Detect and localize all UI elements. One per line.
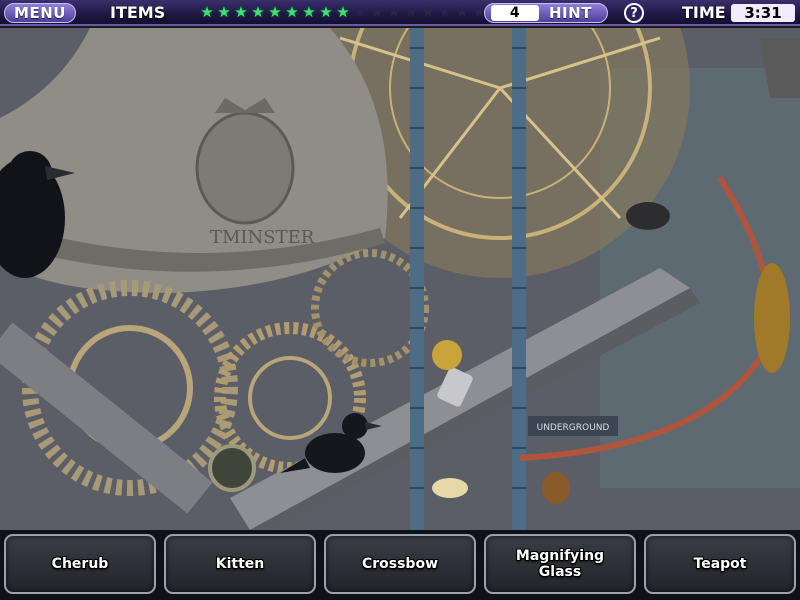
star-icon: ★ — [200, 3, 214, 21]
hint-label: HINT — [549, 4, 592, 22]
item-label: Teapot — [693, 556, 747, 572]
top-bar: MENU ITEMS ★★★★★★★★★★★★★★★★★★ 4 HINT ? T… — [0, 0, 800, 26]
item-label: Crossbow — [361, 556, 439, 572]
time-value: 3:31 — [731, 4, 795, 22]
bell-inscription: TMINSTER — [210, 227, 315, 248]
progress-stars: ★★★★★★★★★★★★★★★★★★ — [199, 4, 504, 20]
time-label: TIME — [682, 3, 726, 22]
menu-button[interactable]: MENU — [4, 3, 76, 23]
bowler-hat — [626, 202, 670, 230]
item-slot-magnifying-glass: Magnifying Glass — [484, 534, 636, 594]
scene-illustration: TMINSTER UNDERGROUND — [0, 28, 800, 530]
star-icon: ★ — [353, 3, 367, 21]
star-icon: ★ — [421, 3, 435, 21]
star-icon: ★ — [268, 3, 282, 21]
hidden-object-scene[interactable]: TMINSTER UNDERGROUND — [0, 28, 800, 530]
item-label: Kitten — [215, 556, 265, 572]
item-label: Magnifying Glass — [515, 548, 605, 580]
item-slot-teapot: Teapot — [644, 534, 796, 594]
star-icon: ★ — [302, 3, 316, 21]
star-icon: ★ — [251, 3, 265, 21]
item-slot-crossbow: Crossbow — [324, 534, 476, 594]
star-icon: ★ — [404, 3, 418, 21]
star-icon: ★ — [387, 3, 401, 21]
hint-count: 4 — [491, 5, 539, 21]
teacup — [432, 478, 468, 498]
hint-button[interactable]: 4 HINT — [484, 3, 608, 23]
item-slot-cherub: Cherub — [4, 534, 156, 594]
star-icon: ★ — [217, 3, 231, 21]
item-label: Cherub — [51, 556, 109, 572]
gold-orb — [432, 340, 462, 370]
underground-sign: UNDERGROUND — [528, 416, 618, 436]
item-list: Cherub Kitten Crossbow Magnifying Glass … — [0, 530, 800, 600]
item-slot-kitten: Kitten — [164, 534, 316, 594]
star-icon: ★ — [285, 3, 299, 21]
star-icon: ★ — [370, 3, 384, 21]
items-label: ITEMS — [110, 3, 166, 22]
help-button[interactable]: ? — [624, 3, 644, 23]
star-icon: ★ — [438, 3, 452, 21]
star-icon: ★ — [234, 3, 248, 21]
compass — [208, 444, 256, 492]
star-icon: ★ — [319, 3, 333, 21]
underground-sign-text: UNDERGROUND — [537, 423, 610, 433]
dog — [542, 472, 570, 504]
star-icon: ★ — [336, 3, 350, 21]
star-icon: ★ — [455, 3, 469, 21]
armor — [754, 263, 790, 373]
